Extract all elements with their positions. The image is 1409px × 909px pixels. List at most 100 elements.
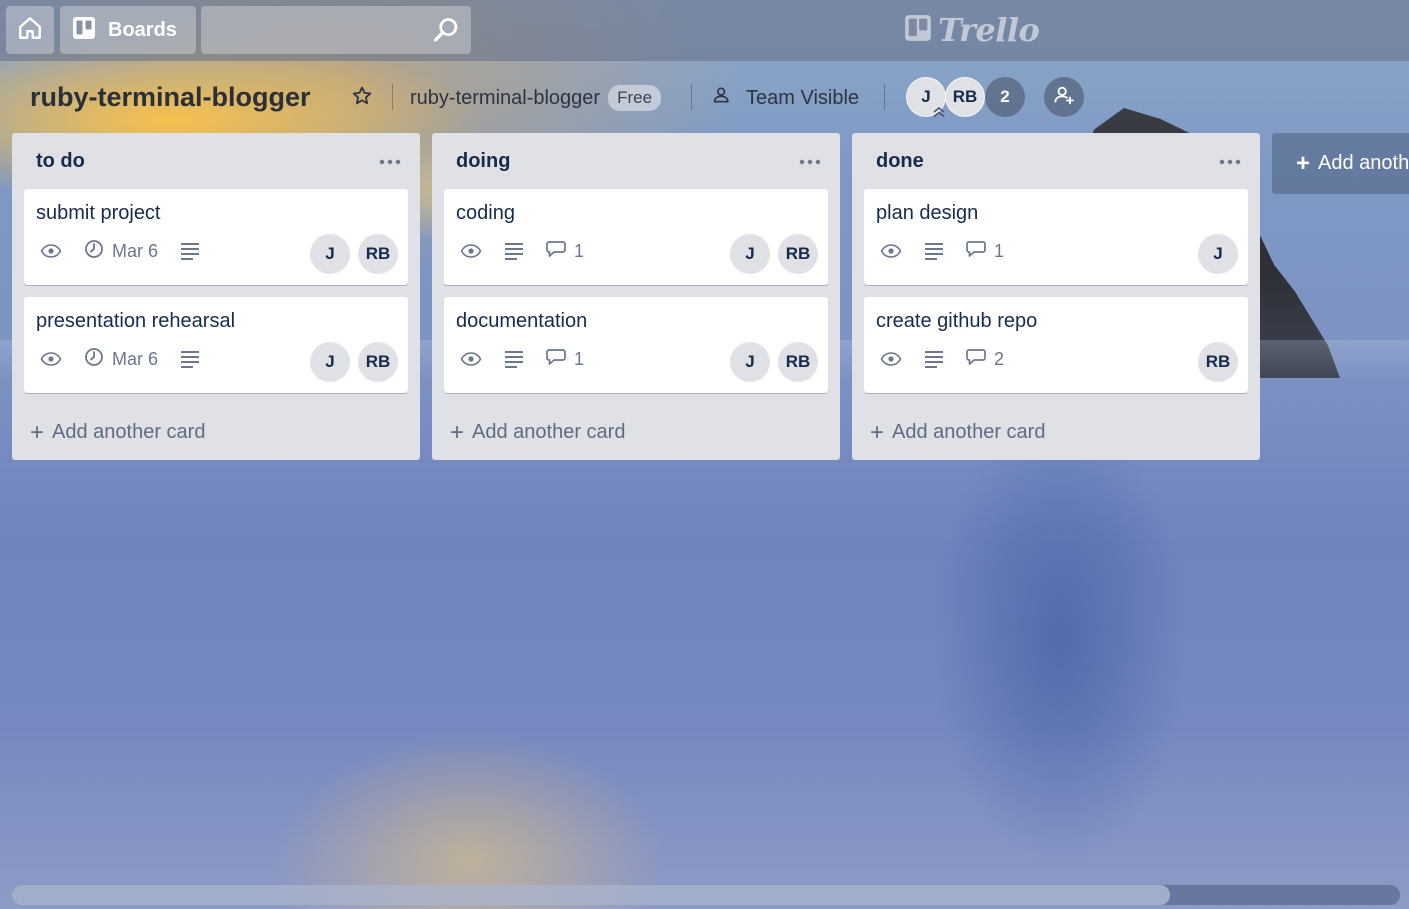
description-icon [504,350,524,368]
boards-icon [72,16,96,45]
list-title[interactable]: done [876,150,924,173]
comments-badge: 1 [546,348,584,371]
list-title[interactable]: to do [36,150,85,173]
card-badges: Mar 6 [40,347,222,372]
card-badges: 1 [460,348,606,370]
card[interactable]: plan design 1 J [864,189,1248,285]
boards-button[interactable]: Boards [60,6,196,54]
ellipsis-icon [799,152,821,170]
card-member-avatar[interactable]: J [1198,234,1238,274]
comments-badge: 2 [966,348,1004,371]
star-board-button[interactable] [344,80,380,116]
list-menu-button[interactable] [1214,147,1246,175]
comments-badge: 1 [966,240,1004,263]
ellipsis-icon [379,152,401,170]
add-card-button[interactable]: + Add another card [852,405,1260,460]
comment-count: 1 [994,240,1005,261]
clock-icon [84,239,104,264]
comment-icon [546,348,566,371]
invite-member-button[interactable] [1044,77,1084,117]
home-icon [17,15,43,46]
star-icon [351,85,373,112]
card-badges: 1 [880,240,1026,262]
list-menu-button[interactable] [794,147,826,175]
trello-logo[interactable]: Trello [904,10,1040,50]
home-button[interactable] [6,6,54,54]
team-visibility-icon [712,85,732,111]
card-member-avatar[interactable]: J [730,234,770,274]
plus-icon: + [450,418,465,446]
card[interactable]: submit project Mar 6 J RB [24,189,408,285]
visibility-label: Team Visible [746,86,860,109]
horizontal-scrollbar-thumb[interactable] [12,885,1170,905]
comment-count: 1 [574,240,585,261]
eye-icon [460,244,482,258]
card-badges: 2 [880,348,1026,370]
eye-icon [460,352,482,366]
eye-icon [880,244,902,258]
invite-member-icon [1053,84,1075,111]
plus-icon: + [1296,149,1311,177]
card[interactable]: presentation rehearsal Mar 6 J RB [24,297,408,393]
trello-logo-icon [904,14,932,47]
search-input[interactable] [201,6,471,54]
add-card-button[interactable]: + Add another card [432,405,840,460]
plan-badge: Free [608,85,662,111]
comment-icon [546,240,566,263]
trello-logo-text: Trello [938,11,1040,49]
list-menu-button[interactable] [374,147,406,175]
due-date-badge: Mar 6 [84,347,158,372]
card-member-avatar[interactable]: RB [778,234,818,274]
header-divider [884,84,885,110]
card-members: RB [1198,342,1238,382]
card-member-avatar[interactable]: RB [358,234,398,274]
header-divider [392,84,393,110]
card-title: presentation rehearsal [36,310,236,332]
add-list-button[interactable]: + Add anoth [1272,133,1409,194]
card-member-avatar[interactable]: RB [1198,342,1238,382]
card-member-avatar[interactable]: RB [358,342,398,382]
card-member-avatar[interactable]: RB [778,342,818,382]
more-members-count[interactable]: 2 [985,77,1025,117]
plus-icon: + [30,418,45,446]
board-member-avatar[interactable]: RB [945,77,985,117]
add-card-label: Add another card [472,421,626,443]
comment-count: 1 [574,348,585,369]
header-divider [691,84,692,110]
add-list-label: Add anoth [1318,152,1409,174]
card-members: J RB [730,234,818,274]
card-members: J RB [730,342,818,382]
card[interactable]: create github repo 2 RB [864,297,1248,393]
list-to-do: to do submit project Mar 6 J RB presenta… [12,133,420,460]
description-icon [180,350,200,368]
comment-icon [966,240,986,263]
boards-label: Boards [108,18,177,41]
list-title[interactable]: doing [456,150,510,173]
add-card-button[interactable]: + Add another card [12,405,420,460]
card-badges: 1 [460,240,606,262]
visibility-button[interactable]: Team Visible [706,80,865,116]
card-title: coding [456,202,515,224]
card-title: plan design [876,202,979,224]
card-title: documentation [456,310,588,332]
description-icon [180,242,200,260]
list-header: to do [12,133,420,189]
card-member-avatar[interactable]: J [310,342,350,382]
list-header: done [852,133,1260,189]
card-badges: Mar 6 [40,239,222,264]
card[interactable]: coding 1 J RB [444,189,828,285]
card-title: submit project [36,202,161,224]
clock-icon [84,347,104,372]
search-icon[interactable] [432,16,460,44]
card-member-avatar[interactable]: J [310,234,350,274]
due-date-label: Mar 6 [112,348,159,369]
plus-icon: + [870,418,885,446]
card-title: create github repo [876,310,1038,332]
card-member-avatar[interactable]: J [730,342,770,382]
team-link[interactable]: ruby-terminal-blogger Free [410,80,662,116]
board-title[interactable]: ruby-terminal-blogger [20,74,321,120]
card[interactable]: documentation 1 J RB [444,297,828,393]
card-members: J RB [310,342,398,382]
ellipsis-icon [1219,152,1241,170]
add-card-label: Add another card [52,421,206,443]
